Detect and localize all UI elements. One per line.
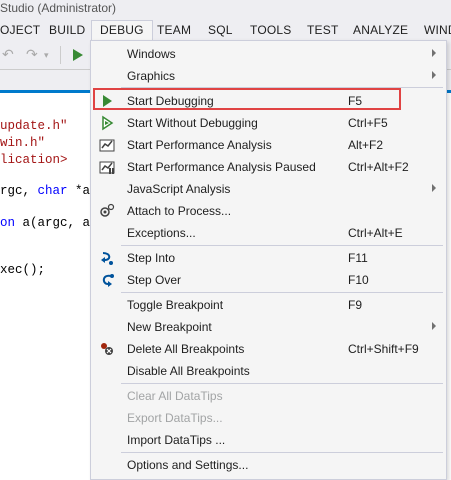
redo-icon[interactable]: ↷ [26, 46, 38, 63]
menu-item-shortcut: Alt+F2 [348, 138, 384, 152]
menu-separator [121, 292, 443, 293]
menu-item-attach-to-process[interactable]: Attach to Process... [91, 200, 446, 222]
code-line: win.h" [0, 136, 46, 150]
undo-icon[interactable]: ↶ [2, 46, 14, 63]
menu-item-start-performance-analysis-paused[interactable]: Start Performance Analysis Paused Ctrl+A… [91, 156, 446, 178]
submenu-arrow-icon [432, 322, 436, 330]
menu-build[interactable]: BUILD [49, 20, 85, 41]
submenu-arrow-icon [432, 184, 436, 192]
menu-item-label: Graphics [127, 69, 176, 83]
performance-paused-icon [99, 161, 115, 174]
menu-window[interactable]: WIND [424, 20, 451, 41]
menu-separator [121, 383, 443, 384]
title-bar: Studio (Administrator) [0, 0, 451, 20]
menu-item-javascript-analysis[interactable]: JavaScript Analysis [91, 178, 446, 200]
menu-item-clear-all-datatips: Clear All DataTips [91, 385, 446, 407]
menu-item-label: Toggle Breakpoint [127, 298, 224, 312]
menu-project[interactable]: OJECT [0, 20, 40, 41]
submenu-arrow-icon [432, 71, 436, 79]
performance-icon [99, 139, 115, 152]
menu-analyze[interactable]: ANALYZE [353, 20, 408, 41]
menu-item-label: Step Over [127, 273, 182, 287]
menu-item-disable-all-breakpoints[interactable]: Disable All Breakpoints [91, 360, 446, 382]
window-title: Studio (Administrator) [0, 1, 117, 15]
menu-item-shortcut: Ctrl+F5 [348, 116, 388, 130]
menu-item-label: Disable All Breakpoints [127, 364, 250, 378]
menu-separator [121, 245, 443, 246]
menu-item-label: Export DataTips... [127, 411, 223, 425]
menu-item-shortcut: Ctrl+Alt+F2 [348, 160, 409, 174]
menu-item-delete-all-breakpoints[interactable]: Delete All Breakpoints Ctrl+Shift+F9 [91, 338, 446, 360]
menu-debug[interactable]: DEBUG [91, 20, 153, 41]
redo-dropdown-icon[interactable]: ▾ [44, 50, 49, 61]
submenu-arrow-icon [432, 49, 436, 57]
menu-separator [121, 452, 443, 453]
menu-item-shortcut: F11 [348, 251, 368, 265]
debug-menu-dropdown: Windows Graphics Start Debugging F5 Star… [90, 40, 447, 480]
menu-item-label: Start Performance Analysis Paused [127, 160, 316, 174]
code-line: update.h" [0, 119, 68, 133]
menu-item-exceptions[interactable]: Exceptions... Ctrl+Alt+E [91, 222, 446, 244]
menu-item-start-without-debugging[interactable]: Start Without Debugging Ctrl+F5 [91, 112, 446, 134]
menu-item-step-into[interactable]: Step Into F11 [91, 247, 446, 269]
delete-breakpoints-icon [101, 343, 113, 355]
menu-sql[interactable]: SQL [208, 20, 233, 41]
menu-item-label: JavaScript Analysis [127, 182, 231, 196]
menu-item-export-datatips: Export DataTips... [91, 407, 446, 429]
menu-item-label: Import DataTips ... [127, 433, 226, 447]
code-text: rgc, [0, 184, 38, 198]
menu-item-options-and-settings[interactable]: Options and Settings... [91, 454, 446, 476]
menu-item-label: Start Performance Analysis [127, 138, 272, 152]
menu-item-label: New Breakpoint [127, 320, 212, 334]
menu-item-label: Attach to Process... [127, 204, 232, 218]
code-keyword: on [0, 216, 16, 230]
play-outline-icon [102, 115, 114, 131]
menu-item-graphics[interactable]: Graphics [91, 65, 446, 87]
code-line: xec(); [0, 263, 46, 277]
highlight-box [93, 88, 401, 110]
menu-item-label: Clear All DataTips [127, 389, 223, 403]
menu-item-label: Delete All Breakpoints [127, 342, 245, 356]
menu-item-shortcut: Ctrl+Alt+E [348, 226, 403, 240]
step-into-icon [101, 252, 113, 265]
menu-item-shortcut: F10 [348, 273, 369, 287]
step-over-icon [102, 274, 114, 287]
menu-item-windows[interactable]: Windows [91, 43, 446, 65]
menu-item-import-datatips[interactable]: Import DataTips ... [91, 429, 446, 451]
menu-item-label: Windows [127, 47, 176, 61]
menu-item-shortcut: Ctrl+Shift+F9 [348, 342, 419, 356]
menu-item-shortcut: F9 [348, 298, 363, 312]
toolbar-separator [60, 46, 61, 64]
menu-item-label: Exceptions... [127, 226, 196, 240]
menu-team[interactable]: TEAM [157, 20, 191, 41]
attach-process-icon [100, 203, 115, 217]
menu-item-start-performance-analysis[interactable]: Start Performance Analysis Alt+F2 [91, 134, 446, 156]
menu-item-step-over[interactable]: Step Over F10 [91, 269, 446, 291]
menu-test[interactable]: TEST [307, 20, 338, 41]
menu-item-label: Start Without Debugging [127, 116, 258, 130]
menu-item-new-breakpoint[interactable]: New Breakpoint [91, 316, 446, 338]
menu-item-toggle-breakpoint[interactable]: Toggle Breakpoint F9 [91, 294, 446, 316]
menu-tools[interactable]: TOOLS [250, 20, 291, 41]
menu-bar: OJECT BUILD DEBUG TEAM SQL TOOLS TEST AN… [0, 20, 451, 41]
code-line: lication> [0, 153, 68, 167]
menu-item-label: Options and Settings... [127, 458, 249, 472]
start-icon[interactable] [73, 49, 83, 61]
menu-item-label: Step Into [127, 251, 176, 265]
code-keyword: char [37, 184, 68, 198]
